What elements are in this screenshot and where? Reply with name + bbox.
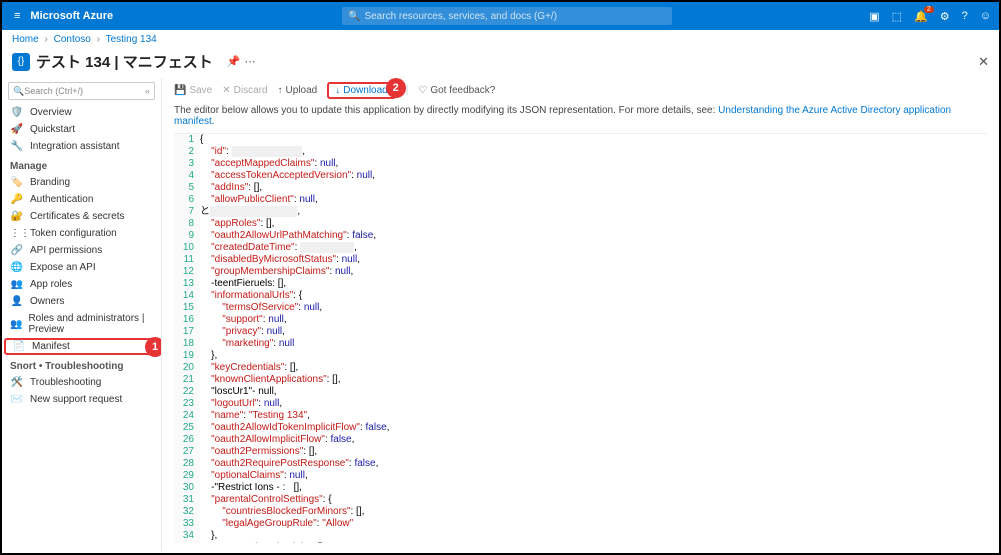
top-icons: ▣ ⬚ 🔔2 ⚙ ? ☺	[869, 10, 991, 23]
manage-header: Manage	[2, 155, 161, 174]
sidebar-item-app-roles[interactable]: 👥App roles	[2, 276, 161, 293]
feedback-icon[interactable]: ☺	[980, 10, 991, 22]
sidebar-item-api-permissions[interactable]: 🔗API permissions	[2, 242, 161, 259]
pin-icon[interactable]: 📌	[227, 55, 241, 68]
code-editor[interactable]: 1234567891011121314151617181920212223242…	[174, 133, 987, 543]
download-button[interactable]: ↓ Download 2	[327, 82, 395, 99]
notifications-icon[interactable]: 🔔2	[914, 10, 928, 23]
page-title: テスト 134 | マニフェスト	[36, 51, 213, 72]
sidebar-item-quickstart[interactable]: 🚀Quickstart	[2, 121, 161, 138]
collapse-icon[interactable]: «	[145, 86, 150, 96]
sidebar-item-overview[interactable]: 🛡️Overview	[2, 104, 161, 121]
sidebar-item-manifest[interactable]: 📄Manifest1	[4, 338, 159, 355]
sidebar-item-roles-and-administrators-preview[interactable]: 👥Roles and administrators | Preview	[2, 310, 161, 338]
callout-2: 2	[386, 78, 406, 98]
breadcrumb-testing[interactable]: Testing 134	[106, 34, 157, 45]
global-search[interactable]: 🔍 Search resources, services, and docs (…	[342, 7, 672, 25]
breadcrumb: Home › Contoso › Testing 134	[2, 30, 999, 49]
more-icon[interactable]: ⋯	[244, 55, 255, 68]
hamburger-icon[interactable]: ≡	[10, 6, 24, 26]
sidebar-item-certificates-secrets[interactable]: 🔐Certificates & secrets	[2, 208, 161, 225]
sidebar-item-expose-an-api[interactable]: 🌐Expose an API	[2, 259, 161, 276]
sidebar-item-owners[interactable]: 👤Owners	[2, 293, 161, 310]
discard-button[interactable]: ✕ Discard	[222, 85, 267, 96]
search-icon: 🔍	[348, 11, 360, 22]
help-icon[interactable]: ?	[962, 10, 968, 22]
upload-button[interactable]: ↑ Upload	[278, 85, 318, 96]
toolbar: 💾 Save ✕ Discard ↑ Upload ↓ Download 2 |…	[174, 82, 987, 99]
breadcrumb-contoso[interactable]: Contoso	[54, 34, 91, 45]
brand-label: Microsoft Azure	[30, 10, 113, 22]
description: The editor below allows you to update th…	[174, 105, 987, 127]
sidebar-item-new-support-request[interactable]: ✉️New support request	[2, 391, 161, 408]
top-bar: ≡ Microsoft Azure 🔍 Search resources, se…	[2, 2, 999, 30]
support-header: Snort • Troubleshooting	[2, 355, 161, 374]
sidebar: 🔍 Search (Ctrl+/) « 🛡️Overview🚀Quickstar…	[2, 78, 162, 551]
title-bar: {} テスト 134 | マニフェスト 📌 ⋯ ✕	[2, 49, 999, 78]
app-icon: {}	[12, 53, 30, 71]
cloud-shell-icon[interactable]: ▣	[869, 10, 879, 23]
settings-icon[interactable]: ⚙	[940, 10, 950, 23]
sidebar-item-branding[interactable]: 🏷️Branding	[2, 174, 161, 191]
directories-icon[interactable]: ⬚	[892, 10, 902, 23]
breadcrumb-home[interactable]: Home	[12, 34, 39, 45]
sidebar-item-troubleshooting[interactable]: 🛠️Troubleshooting	[2, 374, 161, 391]
feedback-button[interactable]: ♡ Got feedback?	[418, 85, 495, 96]
callout-1: 1	[145, 337, 162, 357]
save-button[interactable]: 💾 Save	[174, 85, 212, 96]
sidebar-item-token-configuration[interactable]: ⋮⋮Token configuration	[2, 225, 161, 242]
main-content: 💾 Save ✕ Discard ↑ Upload ↓ Download 2 |…	[162, 78, 999, 551]
sidebar-item-authentication[interactable]: 🔑Authentication	[2, 191, 161, 208]
notif-badge: 2	[924, 6, 934, 13]
search-placeholder: Search resources, services, and docs (G+…	[364, 11, 557, 22]
sidebar-search[interactable]: 🔍 Search (Ctrl+/) «	[8, 82, 155, 100]
close-icon[interactable]: ✕	[978, 54, 989, 70]
sidebar-item-integration-assistant[interactable]: 🔧Integration assistant	[2, 138, 161, 155]
